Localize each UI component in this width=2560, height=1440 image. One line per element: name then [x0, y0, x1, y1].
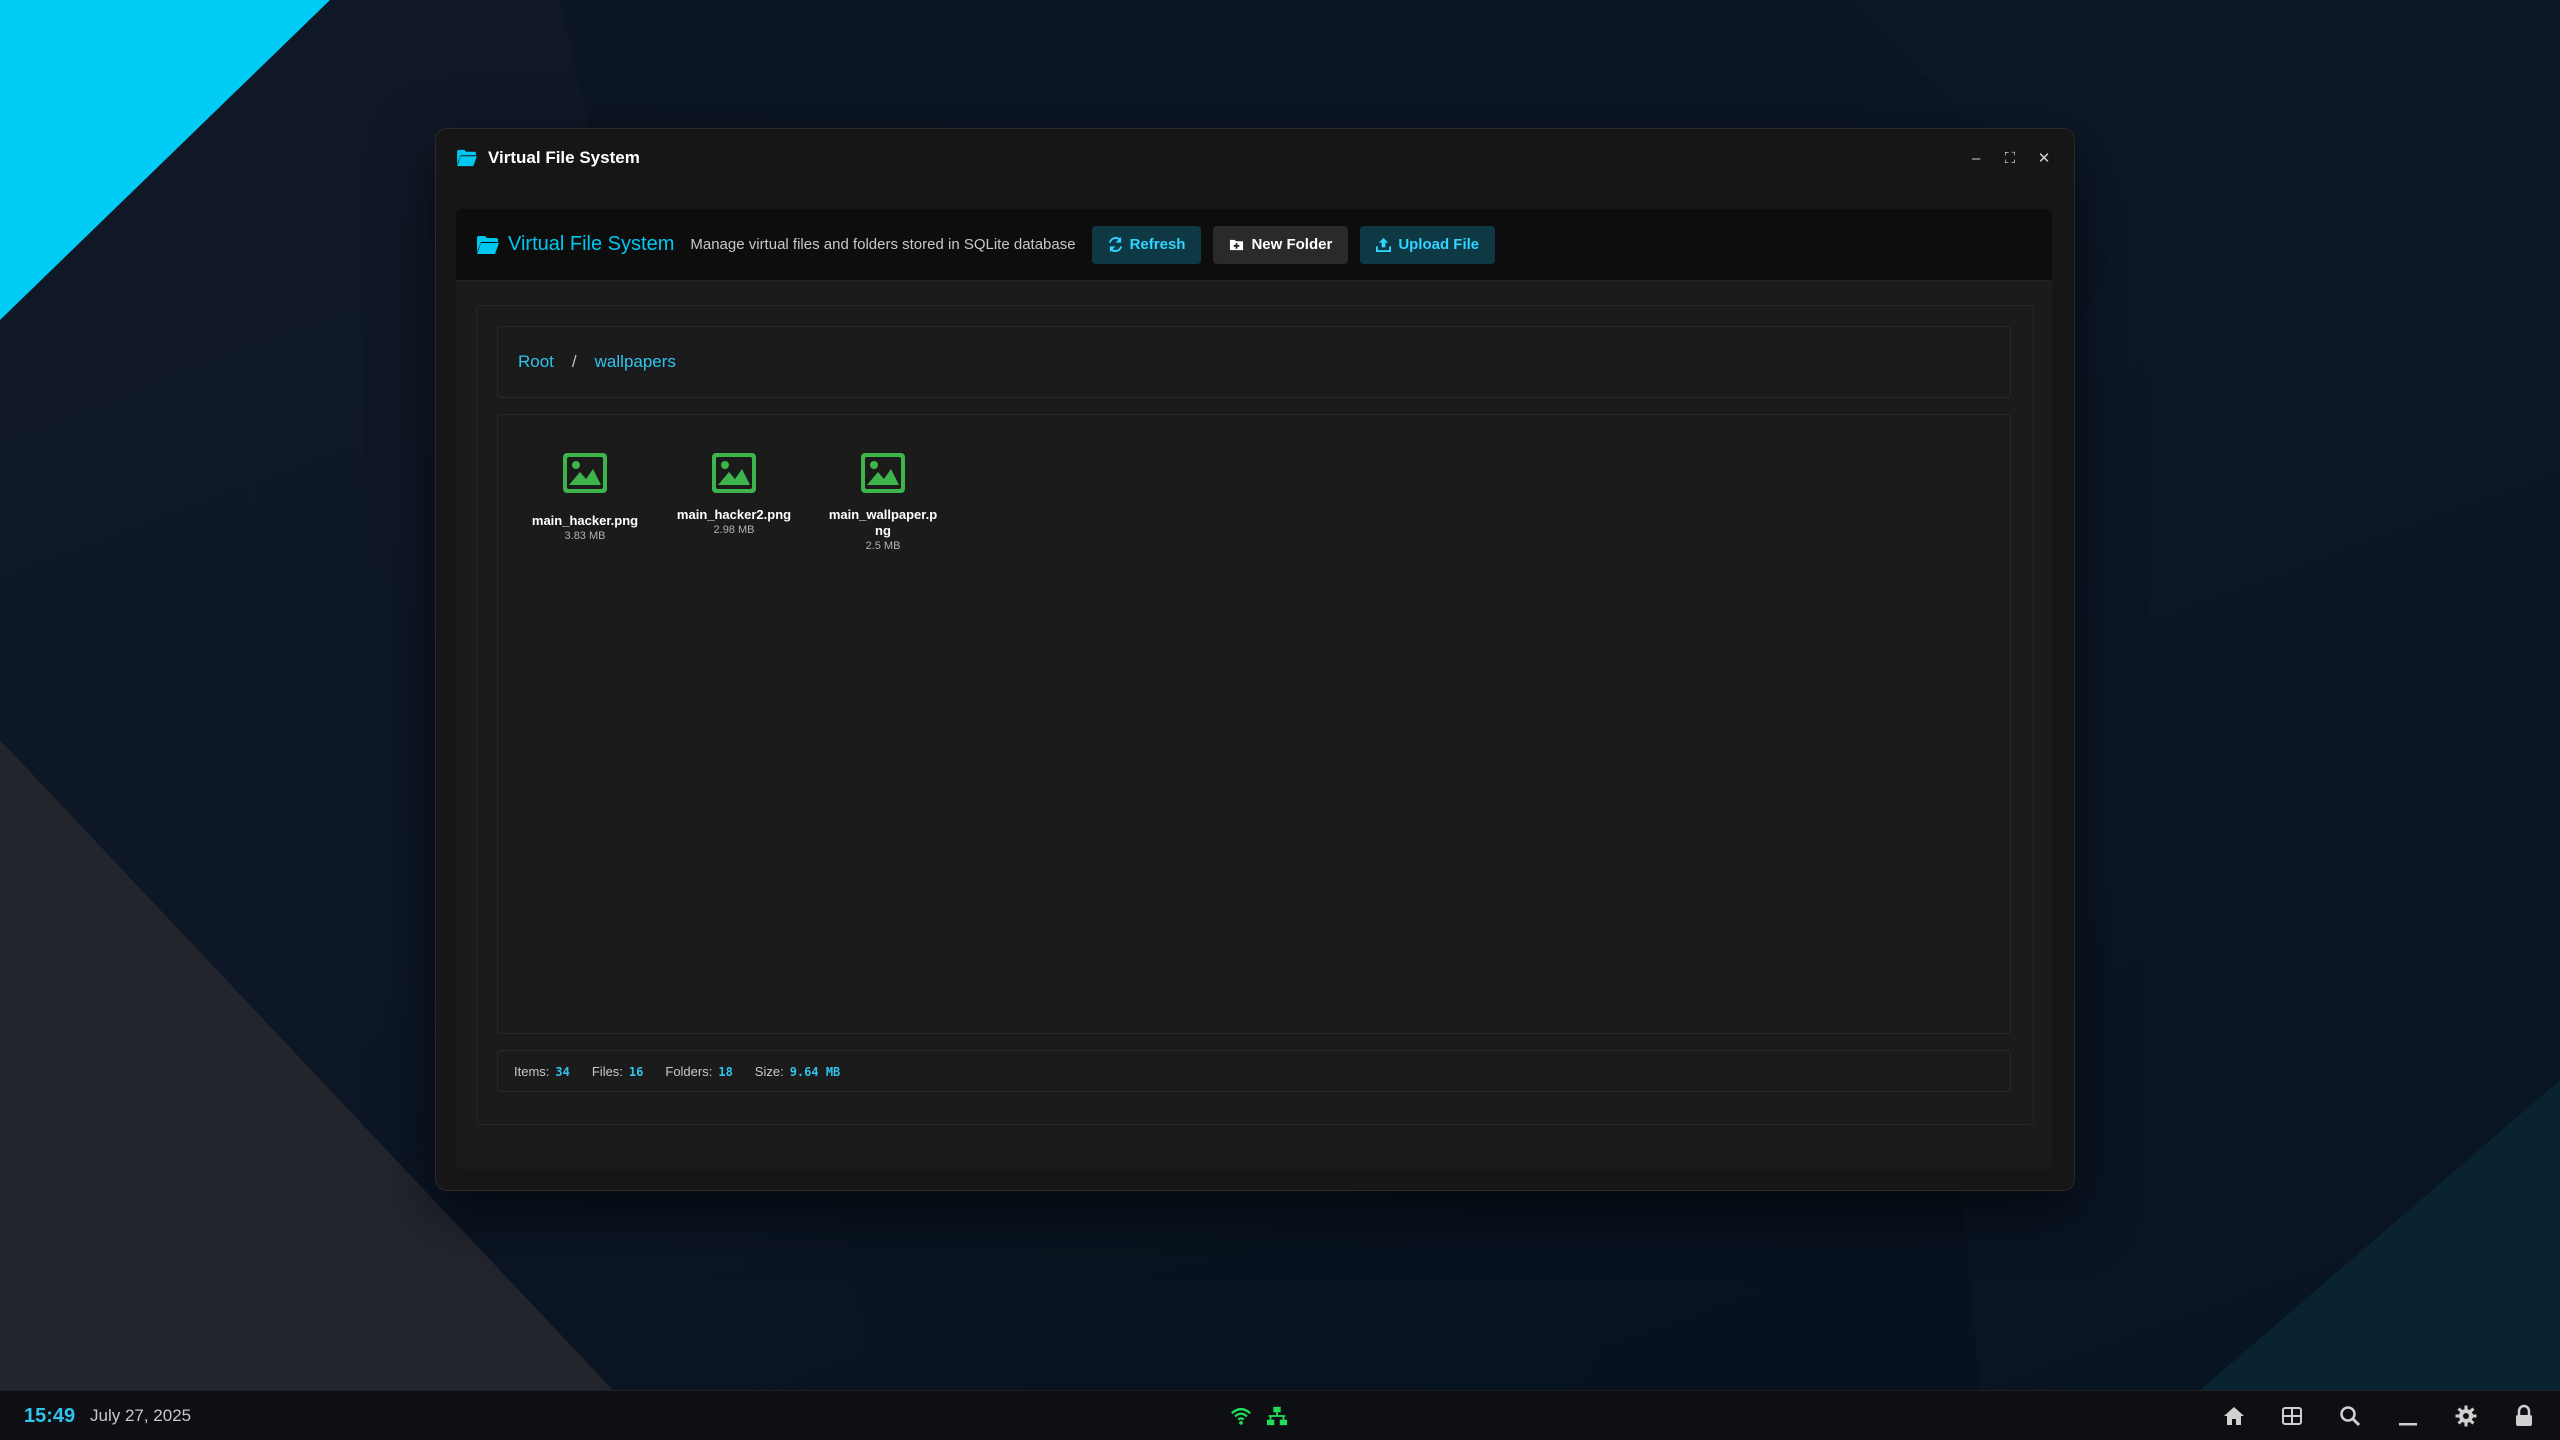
new-folder-label: New Folder [1251, 236, 1333, 253]
minimize-button[interactable]: – [1966, 148, 1986, 168]
home-icon[interactable] [2222, 1404, 2246, 1428]
taskbar-icons [2222, 1404, 2536, 1428]
taskbar: 15:49 July 27, 2025 [0, 1390, 2560, 1440]
file-name: main_hacker.png [531, 513, 639, 528]
file-name: main_wallpaper.png [828, 507, 938, 538]
stat-size: Size: 9.64 MB [755, 1064, 840, 1079]
file-system-window: Virtual File System – ⛶ ✕ Virtual File S… [435, 128, 2075, 1191]
folder-plus-icon [1230, 239, 1244, 251]
maximize-button[interactable]: ⛶ [2000, 148, 2020, 168]
new-folder-button[interactable]: New Folder [1213, 225, 1349, 264]
stat-size-value: 9.64 MB [789, 1064, 841, 1079]
file-size: 2.98 MB [713, 524, 755, 536]
stat-folders: Folders: 18 [665, 1064, 732, 1079]
upload-file-label: Upload File [1398, 236, 1480, 253]
breadcrumb-root[interactable]: Root [518, 352, 554, 372]
window-titlebar[interactable]: Virtual File System – ⛶ ✕ [436, 129, 2074, 187]
image-icon [712, 453, 756, 493]
stat-items-label: Items: [514, 1063, 550, 1079]
stat-files: Files: 16 [592, 1064, 644, 1079]
settings-icon[interactable] [2454, 1404, 2478, 1428]
stat-items: Items: 34 [514, 1064, 570, 1079]
upload-icon [1376, 237, 1392, 252]
grid-icon[interactable] [2280, 1404, 2304, 1428]
close-button[interactable]: ✕ [2034, 148, 2054, 168]
file-size: 3.83 MB [564, 530, 606, 542]
stat-size-label: Size: [754, 1063, 784, 1079]
window-content: Virtual File System Manage virtual files… [456, 209, 2052, 1169]
status-bar: Items: 34 Files: 16 Folders: 18 Size: 9.64 M… [497, 1050, 2011, 1092]
wifi-icon[interactable] [1230, 1405, 1252, 1427]
file-name: main_hacker2.png [676, 507, 792, 522]
file-item[interactable]: main_hacker2.png 2.98 MB [676, 453, 792, 536]
taskbar-date: July 27, 2025 [90, 1406, 192, 1425]
upload-file-button[interactable]: Upload File [1360, 225, 1496, 264]
file-item[interactable]: main_hacker.png 3.83 MB [527, 453, 643, 542]
search-icon[interactable] [2338, 1404, 2362, 1428]
taskbar-clock[interactable]: 15:49 [24, 1405, 75, 1428]
minimize-all-icon[interactable] [2396, 1404, 2420, 1428]
file-grid: main_hacker.png 3.83 MB main_hacker2.png… [497, 414, 2011, 1034]
app-description: Manage virtual files and folders stored … [690, 236, 1076, 253]
file-size: 2.5 MB [865, 540, 901, 552]
lock-icon[interactable] [2512, 1404, 2536, 1428]
app-title: Virtual File System [508, 233, 675, 255]
refresh-button[interactable]: Refresh [1091, 225, 1202, 264]
system-tray [1230, 1405, 1288, 1427]
app-header: Virtual File System Manage virtual files… [456, 209, 2052, 281]
network-icon[interactable] [1266, 1405, 1288, 1427]
stat-files-label: Files: [591, 1063, 623, 1079]
stat-files-value: 16 [628, 1064, 644, 1079]
stat-folders-label: Folders: [665, 1063, 713, 1079]
refresh-label: Refresh [1129, 236, 1186, 253]
breadcrumb-wallpapers[interactable]: wallpapers [595, 352, 676, 372]
image-icon [861, 453, 905, 493]
image-icon [563, 453, 607, 493]
desktop: Virtual File System – ⛶ ✕ Virtual File S… [0, 0, 2560, 1440]
stat-folders-value: 18 [718, 1064, 733, 1079]
folder-open-icon [477, 235, 499, 254]
window-controls: – ⛶ ✕ [1966, 148, 2054, 168]
refresh-icon [1108, 237, 1122, 252]
window-title: Virtual File System [488, 148, 640, 167]
file-browser-panel: Root / wallpapers main_hacker.png 3.83 M [476, 305, 2034, 1125]
folder-open-icon [457, 149, 477, 167]
breadcrumb-separator: / [571, 352, 577, 371]
stat-items-value: 34 [555, 1064, 570, 1079]
file-item[interactable]: main_wallpaper.png 2.5 MB [825, 453, 941, 552]
breadcrumb: Root / wallpapers [497, 326, 2011, 398]
